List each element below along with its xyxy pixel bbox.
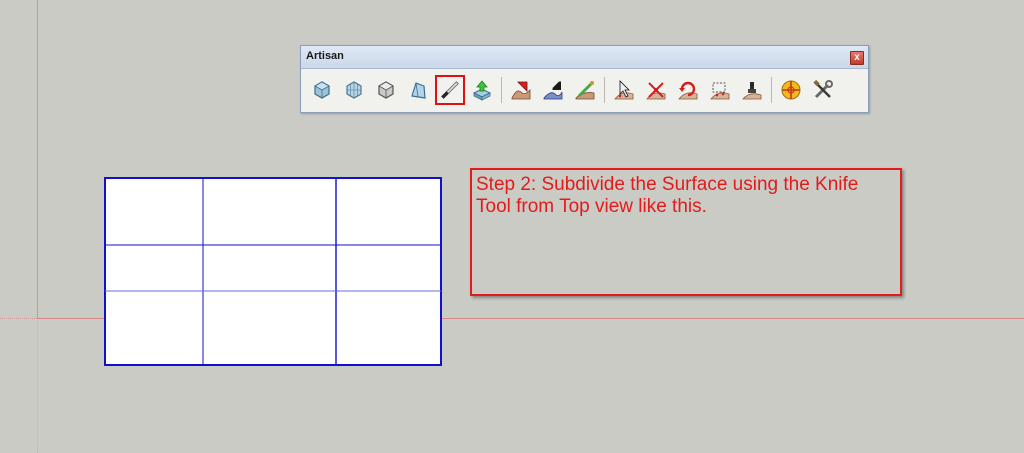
paint-select-button[interactable]	[737, 75, 767, 105]
red-axis-negative	[0, 318, 37, 319]
instruction-box: Step 2: Subdivide the Surface using the …	[470, 168, 902, 296]
green-axis	[37, 0, 38, 318]
toolbar-tools	[307, 74, 840, 106]
surface-outline[interactable]	[104, 177, 442, 366]
sculpt-smooth-icon	[575, 81, 595, 100]
organizer-icon	[781, 80, 801, 100]
toolbar-titlebar[interactable]: Artisan x	[301, 46, 868, 69]
sculpt-add-icon	[511, 81, 531, 100]
artisan-toolbar[interactable]: Artisan x	[300, 45, 869, 113]
settings-tools-button[interactable]	[808, 75, 838, 105]
knife-tool-button[interactable]	[435, 75, 465, 105]
subdivide-smooth-icon	[314, 81, 330, 99]
crease-icon	[411, 82, 426, 99]
smooth-icon	[378, 81, 394, 99]
toolbar-separator	[604, 77, 605, 103]
green-axis-negative	[37, 318, 38, 453]
paint-select-icon	[742, 82, 762, 100]
sculpt-push-icon	[543, 81, 563, 100]
close-icon: x	[854, 52, 860, 63]
scale-vertices-icon	[646, 82, 666, 100]
knife-tool-icon	[441, 81, 459, 99]
toolbar-separator	[771, 77, 772, 103]
sculpt-push-button[interactable]	[538, 75, 568, 105]
organizer-button[interactable]	[776, 75, 806, 105]
modeling-viewport[interactable]: Artisan x Step 2: Subdivide the Surface …	[0, 0, 1024, 453]
instruction-text: Step 2: Subdivide the Surface using the …	[476, 174, 859, 217]
extrude-icon	[472, 80, 492, 101]
rotate-vertices-icon	[678, 81, 698, 100]
settings-tools-icon	[813, 79, 833, 99]
crease-button[interactable]	[403, 75, 433, 105]
select-vertices-button[interactable]	[609, 75, 639, 105]
subdivide-button[interactable]	[339, 75, 369, 105]
extrude-button[interactable]	[467, 75, 497, 105]
subdivided-surface[interactable]	[104, 177, 442, 366]
sculpt-add-button[interactable]	[506, 75, 536, 105]
scale-vertices-button[interactable]	[641, 75, 671, 105]
toolbar-title: Artisan	[306, 50, 344, 62]
subdivide-smooth-button[interactable]	[307, 75, 337, 105]
sculpt-smooth-button[interactable]	[570, 75, 600, 105]
rotate-vertices-button[interactable]	[673, 75, 703, 105]
soft-select-button[interactable]	[705, 75, 735, 105]
smooth-button[interactable]	[371, 75, 401, 105]
select-vertices-icon	[614, 80, 634, 100]
close-button[interactable]: x	[850, 51, 864, 65]
subdivide-icon	[346, 81, 362, 99]
toolbar-separator	[501, 77, 502, 103]
soft-select-icon	[710, 82, 730, 100]
